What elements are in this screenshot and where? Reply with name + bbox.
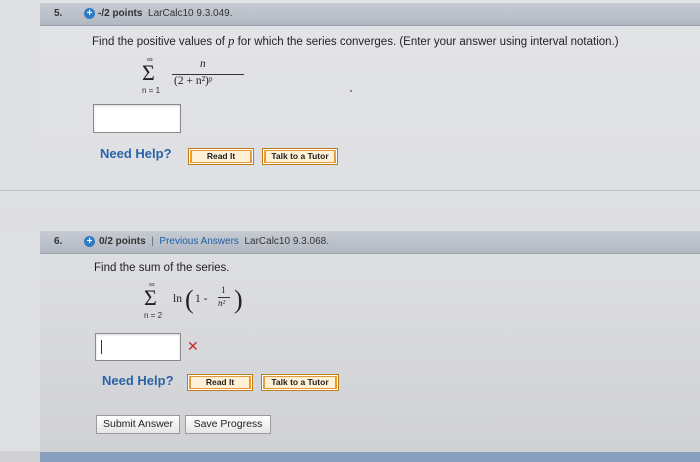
q5-plus-icon[interactable]: + <box>84 8 95 19</box>
q5-need-help: Need Help? <box>100 146 172 161</box>
q5-sum-lower: n = 1 <box>142 86 161 95</box>
q6-sum-lower: n = 2 <box>144 311 163 320</box>
q6-text-cursor <box>101 340 102 354</box>
q6-points: 0/2 points <box>99 236 146 247</box>
q5-number: 5. <box>54 8 63 19</box>
q6-plus-icon[interactable]: + <box>84 236 95 247</box>
q6-right-paren: ) <box>234 285 243 314</box>
q6-header: 6. + 0/2 points | Previous Answers LarCa… <box>40 231 700 254</box>
q6-answer-input[interactable] <box>95 333 181 361</box>
q6-frac-den: n² <box>218 298 226 308</box>
section-divider <box>0 190 700 191</box>
q5-ref: LarCalc10 9.3.049. <box>148 8 233 19</box>
q5-points: -/2 points <box>98 8 143 19</box>
q5-read-it-button[interactable]: Read It <box>188 148 254 165</box>
q5-answer-input[interactable] <box>93 104 181 133</box>
q5-header: 5. + -/2 points LarCalc10 9.3.049. <box>40 3 700 26</box>
q6-one-minus: 1 - <box>195 293 208 305</box>
q6-previous-answers-link[interactable]: Previous Answers <box>159 236 238 247</box>
q6-talk-tutor-button[interactable]: Talk to a Tutor <box>261 374 339 391</box>
q6-ln: ln <box>173 293 182 305</box>
q6-read-it-button[interactable]: Read It <box>187 374 253 391</box>
q6-need-help: Need Help? <box>102 373 174 388</box>
q6-left-gutter <box>0 231 40 451</box>
save-progress-button[interactable]: Save Progress <box>185 415 271 434</box>
q6-prompt: Find the sum of the series. <box>94 262 230 274</box>
q5-talk-tutor-button[interactable]: Talk to a Tutor <box>262 148 338 165</box>
q5-numerator: n <box>200 58 206 70</box>
q6-separator: | <box>151 236 154 247</box>
q5-left-gutter <box>0 0 40 190</box>
q6-number: 6. <box>54 236 63 247</box>
q5-series-formula: ∞ Σ n = 1 n (2 + n²)ᵖ <box>140 55 280 98</box>
q6-sigma-icon: Σ <box>144 285 157 310</box>
q5-points-line: -/2 points LarCalc10 9.3.049. <box>98 8 233 19</box>
q5-period <box>350 90 352 92</box>
submit-answer-button[interactable]: Submit Answer <box>96 415 180 434</box>
q6-series-formula: ∞ Σ n = 2 ln ( 1 - 1 n² ) <box>142 280 272 323</box>
q6-points-line: 0/2 points | Previous Answers LarCalc10 … <box>99 236 329 247</box>
q6-incorrect-icon: ✕ <box>187 338 199 354</box>
q6-left-paren: ( <box>185 285 194 314</box>
next-question-header-edge <box>40 452 700 462</box>
q6-ref: LarCalc10 9.3.068. <box>244 236 329 247</box>
q5-denominator: (2 + n²)ᵖ <box>174 75 213 87</box>
q6-frac-num: 1 <box>221 285 226 295</box>
q5-sigma-icon: Σ <box>142 60 155 85</box>
q5-prompt: Find the positive values of p for which … <box>92 34 619 48</box>
webassign-page: 5. + -/2 points LarCalc10 9.3.049. Find … <box>0 0 700 462</box>
